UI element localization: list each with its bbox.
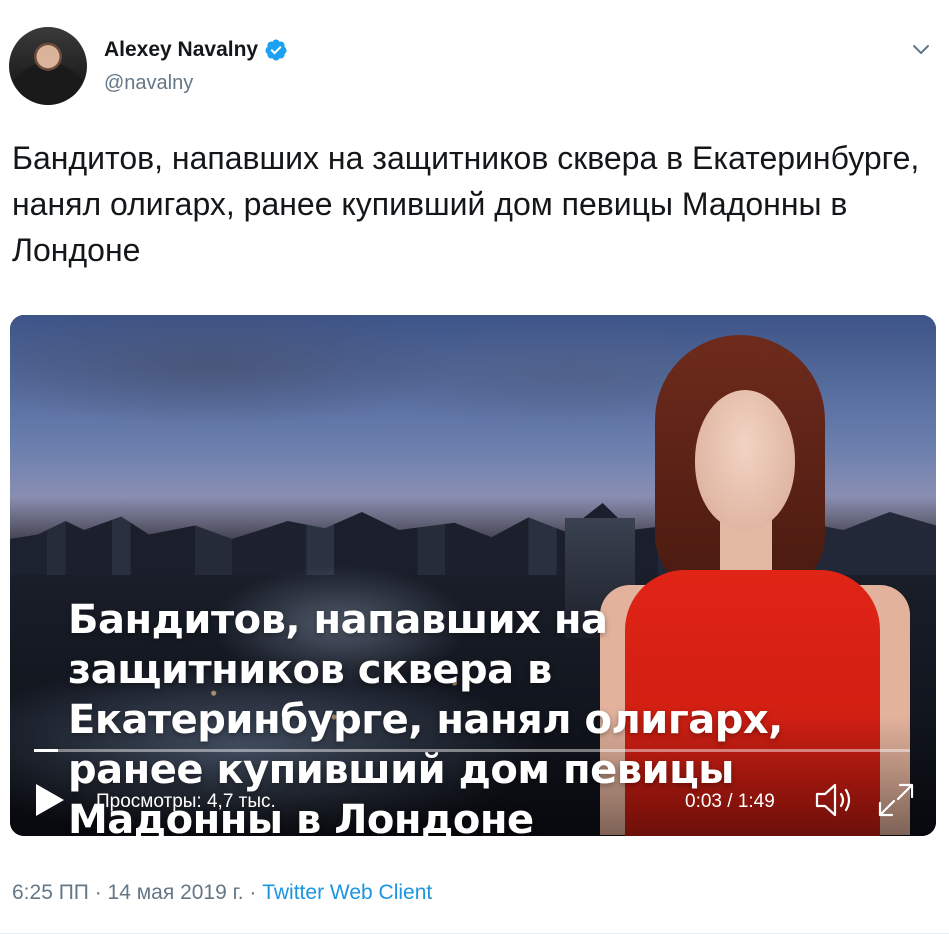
- video-time: 0:03 / 1:49: [685, 791, 775, 812]
- fullscreen-icon[interactable]: [876, 781, 916, 819]
- tweet-source-link[interactable]: Twitter Web Client: [262, 881, 432, 904]
- avatar[interactable]: [9, 27, 87, 105]
- author-name[interactable]: Alexey Navalny: [104, 38, 258, 62]
- verified-badge-icon: [265, 39, 287, 61]
- presenter-face: [695, 390, 795, 530]
- video-view-count: Просмотры: 4,7 тыс.: [96, 791, 276, 812]
- tweet-timestamp[interactable]: 6:25 ПП · 14 мая 2019 г. ·: [12, 881, 262, 904]
- tweet-meta: 6:25 ПП · 14 мая 2019 г. · Twitter Web C…: [12, 881, 432, 905]
- author-handle[interactable]: @navalny: [104, 72, 193, 95]
- chevron-down-icon[interactable]: [911, 40, 931, 60]
- volume-icon[interactable]: [814, 781, 858, 819]
- video-player[interactable]: Бандитов, напавших на защитников сквера …: [10, 315, 936, 836]
- play-icon[interactable]: [34, 782, 66, 818]
- video-progress-bar[interactable]: [34, 749, 910, 752]
- tweet-text: Бандитов, напавших на защитников сквера …: [12, 140, 920, 268]
- author-name-row: Alexey Navalny: [104, 38, 288, 62]
- video-progress-fill: [34, 749, 58, 752]
- tweet: Alexey Navalny @navalny Бандитов, напавш…: [0, 0, 949, 934]
